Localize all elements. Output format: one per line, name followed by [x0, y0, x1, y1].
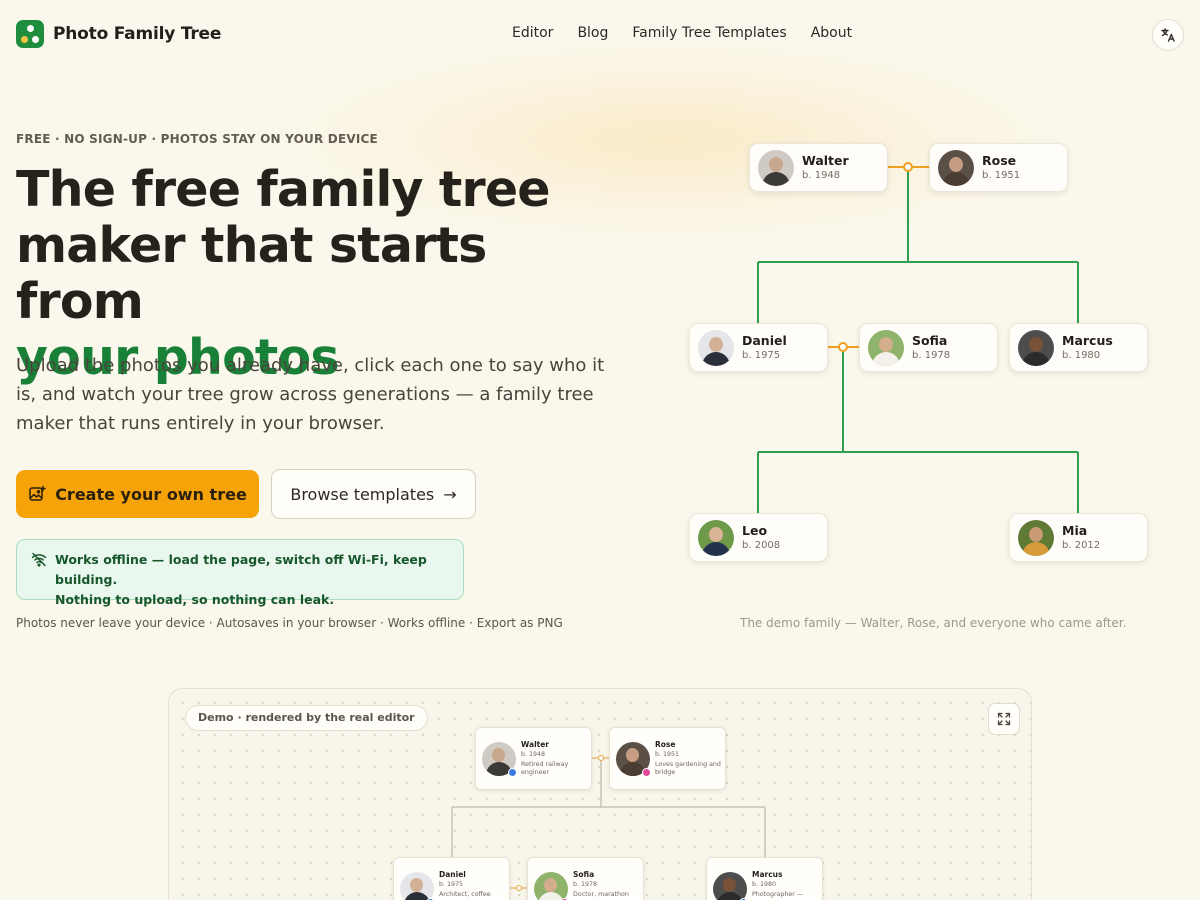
- person-name: Mia: [1062, 522, 1088, 538]
- person-name: Sofia: [912, 332, 948, 348]
- person-born: b. 1980: [752, 881, 777, 888]
- person-card-sofia[interactable]: Sofia b. 1978: [859, 323, 998, 372]
- demo-card-daniel[interactable]: Daniel b. 1975 Architect, coffee: [393, 857, 510, 900]
- person-born: b. 1975: [439, 881, 464, 888]
- person-born: b. 2008: [742, 539, 781, 551]
- person-name: Leo: [742, 522, 768, 538]
- avatar: [1018, 329, 1054, 366]
- person-name: Rose: [655, 740, 676, 749]
- person-born: b. 1978: [912, 349, 951, 361]
- avatar: [938, 149, 974, 186]
- demo-editor-preview[interactable]: Demo · rendered by the real editor Walte…: [168, 688, 1032, 900]
- person-born: b. 1975: [742, 349, 781, 361]
- person-card-leo[interactable]: Leo b. 2008: [689, 513, 828, 562]
- avatar: [698, 519, 734, 556]
- person-born: b. 1980: [1062, 349, 1101, 361]
- person-note: Architect, coffee: [439, 891, 491, 898]
- person-born: b. 2012: [1062, 539, 1101, 551]
- avatar: [713, 872, 747, 900]
- person-born: b. 1948: [521, 751, 546, 758]
- avatar: [698, 329, 734, 366]
- avatar: [534, 872, 568, 900]
- demo-card-sofia[interactable]: Sofia b. 1978 Doctor, marathon: [527, 857, 644, 900]
- person-name: Walter: [802, 152, 849, 168]
- person-card-daniel[interactable]: Daniel b. 1975: [689, 323, 828, 372]
- person-name: Sofia: [573, 870, 595, 879]
- person-born: b. 1948: [802, 169, 841, 181]
- demo-card-rose[interactable]: Rose b. 1951 Loves gardening and bridge: [609, 727, 726, 790]
- person-name: Daniel: [742, 332, 787, 348]
- person-note: Photographer —: [752, 891, 804, 898]
- person-card-marcus[interactable]: Marcus b. 1980: [1009, 323, 1148, 372]
- avatar: [868, 329, 904, 366]
- person-born: b. 1978: [573, 881, 598, 888]
- demo-card-walter[interactable]: Walter b. 1948 Retired railway engineer: [475, 727, 592, 790]
- person-name: Walter: [521, 740, 550, 749]
- person-note: Retired railway engineer: [521, 761, 569, 776]
- person-born: b. 1951: [982, 169, 1021, 181]
- person-name: Marcus: [1062, 332, 1113, 348]
- avatar: [400, 872, 434, 900]
- person-name: Rose: [982, 152, 1017, 168]
- demo-card-marcus[interactable]: Marcus b. 1980 Photographer —: [706, 857, 823, 900]
- person-born: b. 1951: [655, 751, 680, 758]
- person-card-rose[interactable]: Rose b. 1951: [929, 143, 1068, 192]
- female-badge-icon: [642, 768, 651, 777]
- person-note: Loves gardening and bridge: [655, 761, 721, 776]
- avatar: [758, 149, 794, 186]
- male-badge-icon: [508, 768, 517, 777]
- person-card-walter[interactable]: Walter b. 1948: [749, 143, 888, 192]
- person-name: Daniel: [439, 870, 466, 879]
- person-note: Doctor, marathon: [573, 891, 629, 898]
- person-card-mia[interactable]: Mia b. 2012: [1009, 513, 1148, 562]
- person-name: Marcus: [752, 870, 783, 879]
- avatar: [1018, 519, 1054, 556]
